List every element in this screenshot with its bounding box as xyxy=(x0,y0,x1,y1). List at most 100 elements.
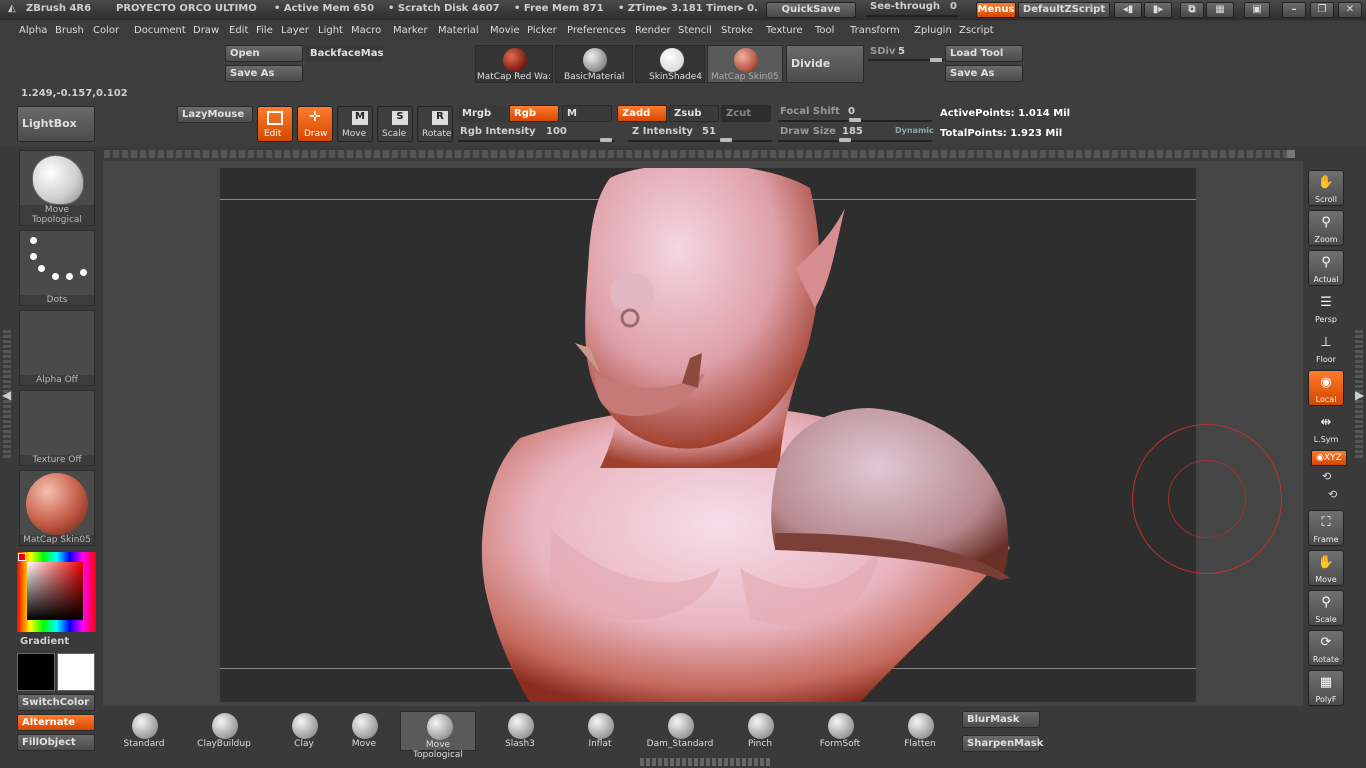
alpha-thumbnail[interactable]: Alpha Off xyxy=(19,310,95,386)
actual-button[interactable]: ⚲ Actual xyxy=(1308,250,1344,286)
tray-divider[interactable] xyxy=(104,150,1290,158)
save-as-button[interactable]: Save As xyxy=(225,65,303,82)
menu-draw[interactable]: Draw xyxy=(193,25,219,36)
quicksave-button[interactable]: QuickSave xyxy=(766,2,856,18)
main-color-swatch[interactable] xyxy=(17,653,55,691)
minimize-icon[interactable]: – xyxy=(1282,2,1306,18)
brush-slash3[interactable]: Slash3 xyxy=(482,711,558,751)
default-zscript-button[interactable]: DefaultZScript xyxy=(1018,2,1110,18)
alternate-button[interactable]: Alternate xyxy=(17,714,95,731)
sharpenmask-button[interactable]: SharpenMask xyxy=(962,735,1043,752)
menu-alpha[interactable]: Alpha xyxy=(19,25,47,36)
scale-view-button[interactable]: ⚲ Scale xyxy=(1308,590,1344,626)
secondary-color-swatch[interactable] xyxy=(57,653,95,691)
menu-edit[interactable]: Edit xyxy=(229,25,248,36)
blurmask-button[interactable]: BlurMask xyxy=(962,711,1040,728)
menu-zscript[interactable]: Zscript xyxy=(959,25,994,36)
brush-formsoft[interactable]: FormSoft xyxy=(802,711,878,751)
brush-claybuildup[interactable]: ClayBuildup xyxy=(186,711,262,751)
zsub-button[interactable]: Zsub xyxy=(669,105,719,122)
xyz-button[interactable]: ◉XYZ xyxy=(1311,450,1347,466)
sdiv-knob[interactable] xyxy=(930,58,942,62)
zoom-button[interactable]: ⚲ Zoom xyxy=(1308,210,1344,246)
material-slot-1[interactable]: MatCap Red Wa: xyxy=(475,45,553,83)
zadd-button[interactable]: Zadd xyxy=(617,105,667,122)
restore-icon[interactable]: ⧉ xyxy=(1180,2,1204,18)
menu-texture[interactable]: Texture xyxy=(766,25,803,36)
material-slot-3[interactable]: SkinShade4 xyxy=(635,45,705,83)
backface-mask-button[interactable]: BackfaceMas xyxy=(305,45,383,62)
bottom-tray-handle[interactable] xyxy=(640,758,772,766)
menu-render[interactable]: Render xyxy=(635,25,671,36)
brush-move-topological[interactable]: Move Topological xyxy=(400,711,476,760)
right-tray-arrow-icon[interactable]: ▶ xyxy=(1355,388,1364,402)
menu-document[interactable]: Document xyxy=(134,25,186,36)
dynamic-toggle[interactable]: Dynamic xyxy=(895,126,934,135)
brush-inflat[interactable]: Inflat xyxy=(562,711,638,751)
z-intensity-knob[interactable] xyxy=(720,138,732,142)
seethrough-slider[interactable] xyxy=(866,15,958,17)
draw-size-knob[interactable] xyxy=(839,138,851,142)
menu-preferences[interactable]: Preferences xyxy=(567,25,626,36)
switchcolor-button[interactable]: SwitchColor xyxy=(17,694,95,711)
move-view-button[interactable]: ✋ Move xyxy=(1308,550,1344,586)
focal-shift-knob[interactable] xyxy=(849,118,861,122)
mrgb-button[interactable]: Mrgb xyxy=(457,105,507,122)
material-slot-4[interactable]: MatCap Skin05 xyxy=(707,45,783,83)
menu-movie[interactable]: Movie xyxy=(490,25,520,36)
stroke-thumbnail[interactable]: Dots xyxy=(19,230,95,306)
menu-color[interactable]: Color xyxy=(93,25,119,36)
document-viewport[interactable] xyxy=(220,168,1196,702)
persp-button[interactable]: ☰ Persp xyxy=(1308,290,1344,326)
menu-brush[interactable]: Brush xyxy=(55,25,84,36)
menu-material[interactable]: Material xyxy=(438,25,479,36)
close-icon[interactable]: ✕ xyxy=(1338,2,1362,18)
tool-thumbnail[interactable]: Move Topological xyxy=(19,150,95,226)
tray-divider-handle[interactable] xyxy=(1287,150,1295,158)
lazymouse-button[interactable]: LazyMouse xyxy=(177,106,253,123)
menu-marker[interactable]: Marker xyxy=(393,25,428,36)
color-picker[interactable] xyxy=(17,552,96,632)
rgb-intensity-slider[interactable] xyxy=(458,140,614,142)
menu-macro[interactable]: Macro xyxy=(351,25,381,36)
material-slot-2[interactable]: BasicMaterial xyxy=(555,45,633,83)
rgb-intensity-knob[interactable] xyxy=(600,138,612,142)
scale-mode-button[interactable]: S Scale xyxy=(377,106,413,142)
m-button[interactable]: M xyxy=(562,105,612,122)
divide-button[interactable]: Divide xyxy=(786,45,864,83)
layout-prev-icon[interactable]: ◂▮ xyxy=(1114,2,1142,18)
menu-picker[interactable]: Picker xyxy=(527,25,557,36)
left-tray-arrow-icon[interactable]: ◀ xyxy=(2,388,11,402)
menu-stroke[interactable]: Stroke xyxy=(721,25,753,36)
material-thumbnail[interactable]: MatCap Skin05 xyxy=(19,470,95,546)
rotate-y-icon[interactable]: ⟲ xyxy=(1322,470,1331,483)
draw-mode-button[interactable]: ✛ Draw xyxy=(297,106,333,142)
menu-tool[interactable]: Tool xyxy=(815,25,834,36)
brush-standard[interactable]: Standard xyxy=(106,711,182,751)
layout-next-icon[interactable]: ▮▸ xyxy=(1144,2,1172,18)
color-square[interactable] xyxy=(27,562,83,620)
brush-move[interactable]: Move xyxy=(326,711,402,751)
brush-dam-standard[interactable]: Dam_Standard xyxy=(642,711,718,751)
rotate-view-button[interactable]: ⟳ Rotate xyxy=(1308,630,1344,666)
local-button[interactable]: ◉ Local xyxy=(1308,370,1344,406)
move-mode-button[interactable]: M Move xyxy=(337,106,373,142)
z-intensity-slider[interactable] xyxy=(628,140,772,142)
draw-size-slider[interactable] xyxy=(778,140,932,142)
open-button[interactable]: Open xyxy=(225,45,303,62)
menu-light[interactable]: Light xyxy=(318,25,343,36)
lsym-button[interactable]: ⇹ L.Sym xyxy=(1308,410,1344,446)
maximize-icon[interactable]: ❐ xyxy=(1310,2,1334,18)
menu-file[interactable]: File xyxy=(256,25,273,36)
menu-layer[interactable]: Layer xyxy=(281,25,309,36)
scroll-button[interactable]: ✋ Scroll xyxy=(1308,170,1344,206)
floor-button[interactable]: ⊥ Floor xyxy=(1308,330,1344,366)
lock-icon[interactable]: ▣ xyxy=(1244,2,1270,18)
texture-thumbnail[interactable]: Texture Off xyxy=(19,390,95,466)
menu-stencil[interactable]: Stencil xyxy=(678,25,712,36)
rotate-mode-button[interactable]: R Rotate xyxy=(417,106,453,142)
rotate-z-icon[interactable]: ⟲ xyxy=(1328,488,1337,501)
polyf-button[interactable]: ▦ PolyF xyxy=(1308,670,1344,706)
brush-pinch[interactable]: Pinch xyxy=(722,711,798,751)
layout-icon[interactable]: ▦ xyxy=(1206,2,1234,18)
